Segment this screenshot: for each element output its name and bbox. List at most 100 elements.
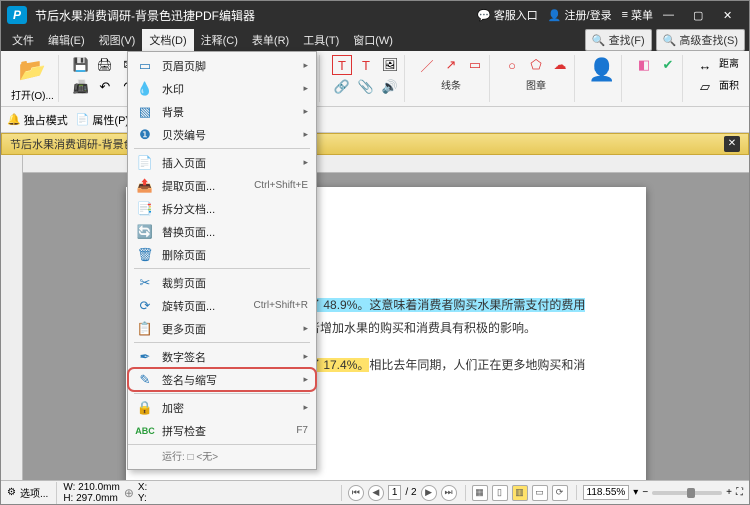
document-tab-strip: 节后水果消费调研-背景色 ✕	[1, 133, 749, 155]
dmi-insert-pages[interactable]: 📄插入页面▸	[128, 151, 316, 174]
textbox-icon[interactable]: T	[332, 55, 352, 75]
status-dimensions: W: 210.0mmH: 297.0mm ⊕ X:Y:	[56, 482, 147, 504]
menu-window[interactable]: 窗口(W)	[346, 29, 400, 51]
rect-icon[interactable]: ▭	[465, 55, 485, 75]
secondary-toolbar: 🔔独占模式 📄属性(P)...	[1, 107, 749, 133]
view-facing-icon[interactable]: ▭	[532, 485, 548, 501]
bates-icon: ❶	[136, 126, 154, 144]
menu-form[interactable]: 表单(R)	[245, 29, 296, 51]
distance-label: 距离	[719, 55, 739, 75]
stamp-label: 图章	[526, 77, 546, 92]
line-label: 线条	[441, 77, 461, 92]
next-page-button[interactable]: ▶	[421, 485, 437, 501]
open-folder-icon[interactable]: 📂	[17, 55, 47, 85]
dmi-extract-pages[interactable]: 📤提取页面...Ctrl+Shift+E	[128, 174, 316, 197]
page-current[interactable]: 1	[388, 485, 402, 500]
maximize-button[interactable]: ▢	[693, 9, 713, 22]
prev-page-button[interactable]: ◀	[368, 485, 384, 501]
zoom-slider[interactable]	[652, 491, 722, 495]
document-tab-close[interactable]: ✕	[724, 136, 740, 152]
print-icon[interactable]: 🖨	[95, 55, 115, 75]
arrow-icon[interactable]: ↗	[441, 55, 461, 75]
close-button[interactable]: ✕	[723, 9, 743, 22]
distance-icon[interactable]: ↔	[695, 55, 715, 75]
menu-tools[interactable]: 工具(T)	[296, 29, 346, 51]
dmi-more-pages[interactable]: 📋更多页面▸	[128, 317, 316, 340]
area-label: 面积	[719, 77, 739, 97]
text-icon[interactable]: T	[356, 55, 376, 75]
dmi-replace-pages[interactable]: 🔄替换页面...	[128, 220, 316, 243]
scan-icon[interactable]: 📠	[71, 77, 91, 97]
menu-file[interactable]: 文件	[5, 29, 41, 51]
view-single-icon[interactable]: ▯	[492, 485, 508, 501]
split-icon: 📑	[136, 200, 154, 218]
dmi-spellcheck[interactable]: ABC拼写检查F7	[128, 419, 316, 442]
undo-icon[interactable]: ↶	[95, 77, 115, 97]
zoom-out-button[interactable]: −	[642, 487, 648, 498]
menu-document[interactable]: 文档(D)	[142, 29, 193, 51]
save-icon[interactable]: 💾	[71, 55, 91, 75]
properties-icon: 📄	[76, 113, 90, 126]
sound-icon[interactable]: 🔊	[380, 77, 400, 97]
exclusive-icon: 🔔	[7, 113, 21, 126]
dmi-header-footer[interactable]: ▭页眉页脚▸	[128, 54, 316, 77]
menu-comment[interactable]: 注释(C)	[194, 29, 245, 51]
header-footer-icon: ▭	[136, 57, 154, 75]
open-label[interactable]: 打开(O)...	[11, 87, 54, 102]
dmi-bates[interactable]: ❶贝茨编号▸	[128, 123, 316, 146]
work-area: 占研 Pxxxxxxxxxxxurvey 水果价格在同比下落了 48.9%。这意…	[1, 155, 749, 480]
menu-edit[interactable]: 编辑(E)	[41, 29, 92, 51]
separator	[134, 268, 310, 269]
zoom-in-button[interactable]: +	[726, 487, 732, 498]
eraser-icon[interactable]: ◧	[634, 55, 654, 75]
minimize-button[interactable]: —	[663, 9, 683, 21]
person-icon[interactable]: 👤	[587, 55, 617, 85]
dmi-background[interactable]: ▧背景▸	[128, 100, 316, 123]
window-title: 节后水果消费调研-背景色迅捷PDF编辑器	[35, 7, 477, 24]
titlebar-actions: 💬 客服入口 👤 注册/登录 ≡ 菜单 — ▢ ✕	[477, 7, 743, 23]
status-page-nav: ⏮ ◀ 1 / 2 ▶ ⏭	[341, 485, 457, 501]
view-rotate-icon[interactable]: ⟳	[552, 485, 568, 501]
ribbon-open-group: 📂 打开(O)...	[7, 55, 59, 102]
delete-icon: 🗑	[136, 246, 154, 264]
dmi-rotate-pages[interactable]: ⟳旋转页面...Ctrl+Shift+R	[128, 294, 316, 317]
image-icon[interactable]: 🖼	[380, 55, 400, 75]
dmi-watermark[interactable]: 💧水印▸	[128, 77, 316, 100]
gear-icon: ⚙	[7, 487, 16, 498]
dmi-encrypt[interactable]: 🔒加密▸	[128, 396, 316, 419]
circle-icon[interactable]: ○	[502, 55, 522, 75]
menu-view[interactable]: 视图(V)	[92, 29, 143, 51]
line-icon[interactable]: ／	[417, 55, 437, 75]
dmi-digital-sign[interactable]: ✒数字签名▸	[128, 345, 316, 368]
exclusive-mode-button[interactable]: 🔔独占模式	[7, 112, 68, 128]
ribbon-shape-group: ○ ⬠ ☁ 图章	[498, 55, 575, 102]
status-options[interactable]: ⚙选项...	[7, 485, 48, 500]
document-tab[interactable]: 节后水果消费调研-背景色	[10, 136, 135, 152]
separator	[134, 342, 310, 343]
view-continuous-icon[interactable]: ▥	[512, 485, 528, 501]
advanced-find-button[interactable]: 🔍 高级查找(S)	[656, 29, 745, 51]
status-view-buttons: ▦ ▯ ▥ ▭ ⟳	[465, 485, 568, 501]
polygon-icon[interactable]: ⬠	[526, 55, 546, 75]
view-thumb-icon[interactable]: ▦	[472, 485, 488, 501]
last-page-button[interactable]: ⏭	[441, 485, 457, 501]
zoom-value[interactable]: 118.55%	[583, 485, 630, 500]
dmi-crop-pages[interactable]: ✂裁剪页面	[128, 271, 316, 294]
area-icon[interactable]: ▱	[695, 77, 715, 97]
dropdown-run-line: 运行: □ <无>	[128, 444, 316, 467]
dmi-sign-initials[interactable]: ✎签名与缩写▸	[128, 368, 316, 391]
cloud-icon[interactable]: ☁	[550, 55, 570, 75]
fit-width-button[interactable]: ⛶	[736, 487, 743, 498]
spell-icon: ABC	[136, 422, 154, 440]
vertical-ruler	[1, 155, 23, 480]
login-link[interactable]: 👤 注册/登录	[548, 7, 612, 23]
attach-icon[interactable]: 📎	[356, 77, 376, 97]
main-menu-button[interactable]: ≡ 菜单	[622, 7, 653, 23]
first-page-button[interactable]: ⏮	[348, 485, 364, 501]
dmi-split-doc[interactable]: 📑拆分文档...	[128, 197, 316, 220]
check-icon[interactable]: ✔	[658, 55, 678, 75]
dmi-delete-pages[interactable]: 🗑删除页面	[128, 243, 316, 266]
link-icon[interactable]: 🔗	[332, 77, 352, 97]
customer-service-link[interactable]: 💬 客服入口	[477, 7, 538, 23]
find-button[interactable]: 🔍 查找(F)	[585, 29, 652, 51]
